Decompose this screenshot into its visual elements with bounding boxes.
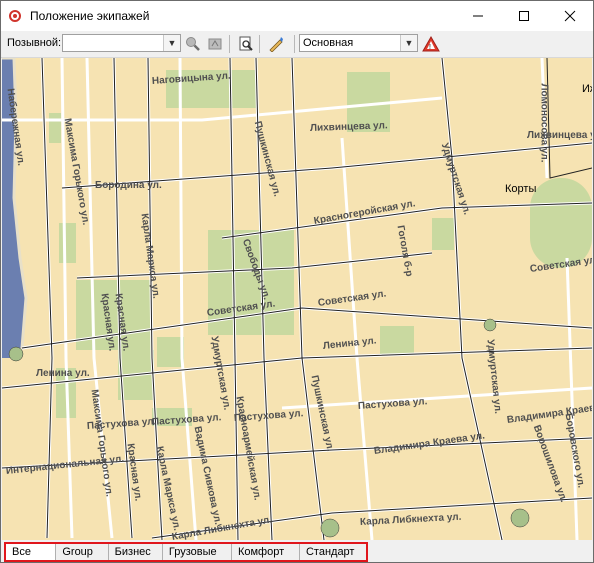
main-window: Положение экипажей Позывной: ▼ Основная … [0, 0, 594, 563]
chevron-down-icon[interactable]: ▼ [163, 35, 180, 51]
tab-group[interactable]: Group [56, 544, 109, 560]
edit-map-icon [269, 37, 283, 52]
chevron-down-icon[interactable]: ▼ [400, 35, 417, 51]
map-view[interactable]: Наговицына ул. Пушкинская ул. Лихвинцева у… [2, 58, 592, 540]
roundabout [320, 518, 340, 538]
print-preview-button[interactable] [237, 35, 255, 53]
street-label: Ленина ул. [36, 368, 90, 379]
map-layer-value: Основная [303, 37, 354, 49]
toolbar: Позывной: ▼ Основная ▼ ! [1, 31, 593, 58]
tab-business[interactable]: Бизнес [109, 544, 163, 560]
tab-standard[interactable]: Стандарт [300, 544, 366, 560]
callsign-label: Позывной: [7, 37, 62, 49]
toolbar-separator [259, 35, 260, 53]
park [49, 113, 61, 143]
crew-filter-tabs: Все Group Бизнес Грузовые Комфорт Станда… [4, 542, 368, 562]
route-warning-button[interactable]: ! [422, 35, 440, 53]
window-title: Положение экипажей [30, 9, 150, 23]
park [380, 326, 414, 354]
svg-text:!: ! [429, 44, 431, 51]
zoom-in-icon [186, 37, 200, 51]
roundabout [483, 318, 497, 332]
title-bar: Положение экипажей [1, 1, 593, 31]
zoom-out-icon [208, 38, 222, 50]
tab-cargo[interactable]: Грузовые [163, 544, 232, 560]
park [59, 223, 76, 263]
park [530, 178, 592, 268]
street-label: Ломоносова ул. [538, 83, 550, 163]
roundabout [510, 508, 530, 528]
park [157, 337, 184, 367]
map-layer-combo[interactable]: Основная ▼ [299, 34, 418, 52]
street-label: Бородина ул. [95, 180, 162, 191]
edit-map-button[interactable] [267, 35, 285, 53]
street-label: Лихвинцева ул. [527, 130, 592, 141]
maximize-icon [519, 11, 529, 21]
zoom-out-button[interactable] [207, 35, 225, 53]
maximize-button[interactable] [501, 1, 547, 31]
street-label: Корты [505, 183, 537, 195]
tab-all[interactable]: Все [6, 544, 57, 560]
print-preview-icon [239, 36, 253, 51]
toolbar-separator [294, 35, 295, 53]
park [432, 218, 454, 250]
callsign-combo[interactable]: ▼ [62, 34, 181, 52]
zoom-in-button[interactable] [184, 35, 202, 53]
route-warning-icon: ! [422, 36, 440, 52]
roundabout [8, 346, 24, 362]
minimize-button[interactable] [455, 1, 501, 31]
tab-comfort[interactable]: Комфорт [232, 544, 300, 560]
close-button[interactable] [547, 1, 593, 31]
minimize-icon [473, 15, 483, 17]
toolbar-separator [229, 35, 230, 53]
street-label: Ижевск [582, 83, 592, 95]
close-icon [564, 10, 576, 22]
app-logo-icon [9, 10, 21, 22]
